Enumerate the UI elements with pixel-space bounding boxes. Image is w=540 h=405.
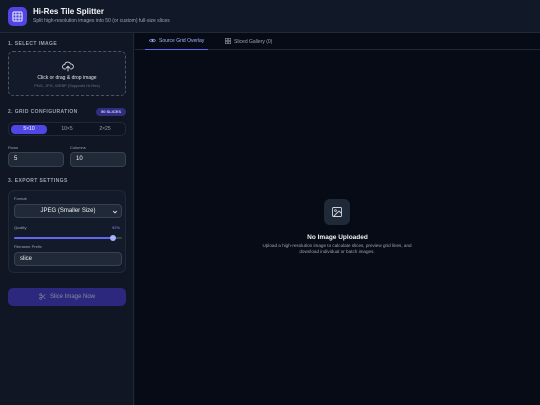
slice-image-button[interactable]: Slice Image Now xyxy=(8,288,126,306)
chevron-down-icon xyxy=(112,208,118,220)
grid-config-heading: 2. GRID CONFIGURATION xyxy=(8,109,78,115)
dropzone-label: Click or drag & drop image xyxy=(37,75,97,81)
slice-count-badge: 50 SLICES xyxy=(96,108,126,116)
empty-state-description: Upload a high-resolution image to calcul… xyxy=(262,243,412,254)
grid-preset-selector: 5×10 10×5 2×25 xyxy=(8,122,126,136)
format-label: Format xyxy=(14,196,27,201)
app-subtitle: Split high-resolution images into 50 (or… xyxy=(33,18,170,24)
app-title: Hi-Res Tile Splitter xyxy=(33,7,104,16)
slice-button-label: Slice Image Now xyxy=(49,294,96,300)
image-dropzone[interactable]: Click or drag & drop image PNG, JPG, WEB… xyxy=(8,51,126,96)
app-header: Hi-Res Tile Splitter Split high-resoluti… xyxy=(0,0,540,33)
export-settings-panel: Format JPEG (Smaller Size) Quality 92% F… xyxy=(8,190,126,273)
quality-label: Quality xyxy=(14,225,27,230)
quality-slider-fill xyxy=(14,237,114,239)
format-selected-value: JPEG (Smaller Size) xyxy=(40,208,96,214)
tab-gallery-label: Sliced Gallery (0) xyxy=(234,38,273,45)
eye-icon xyxy=(149,38,159,45)
view-tabs: Source Grid Overlay Sliced Gallery (0) xyxy=(135,33,540,50)
columns-input[interactable]: 10 xyxy=(70,152,126,167)
filename-prefix-label: Filename Prefix xyxy=(14,244,42,249)
image-placeholder-icon xyxy=(324,199,350,225)
tab-sliced-gallery[interactable]: Sliced Gallery (0) xyxy=(221,33,276,50)
grid-icon xyxy=(225,37,234,46)
preset-10x5-button[interactable]: 10×5 xyxy=(49,125,85,134)
tab-source-label: Source Grid Overlay xyxy=(159,38,205,44)
quality-slider[interactable] xyxy=(14,235,122,241)
preview-area: Source Grid Overlay Sliced Gallery (0) N… xyxy=(135,33,540,405)
tab-source-grid-overlay[interactable]: Source Grid Overlay xyxy=(145,33,209,50)
preset-2x25-button[interactable]: 2×25 xyxy=(87,125,123,134)
export-settings-heading: 3. EXPORT SETTINGS xyxy=(8,178,68,184)
empty-state-title: No Image Uploaded xyxy=(307,234,368,241)
filename-prefix-input[interactable]: slice xyxy=(14,252,122,266)
rows-input[interactable]: 5 xyxy=(8,152,64,167)
columns-label: Columns xyxy=(70,145,86,150)
format-select[interactable]: JPEG (Smaller Size) xyxy=(14,204,122,218)
preset-5x10-button[interactable]: 5×10 xyxy=(11,125,47,134)
quality-slider-thumb[interactable] xyxy=(110,235,117,241)
select-image-heading: 1. SELECT IMAGE xyxy=(8,41,58,47)
rows-label: Rows xyxy=(8,145,19,150)
dropzone-hint: PNG, JPG, WEBP (Supports Hi-Res) xyxy=(34,83,100,88)
grid-logo-icon xyxy=(8,6,27,26)
scissors-icon xyxy=(39,292,50,302)
quality-value: 92% xyxy=(111,225,120,230)
